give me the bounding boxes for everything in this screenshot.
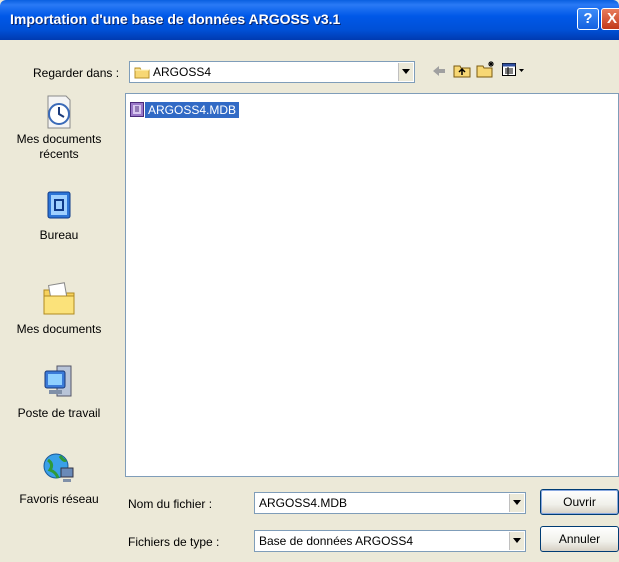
folder-icon [134, 65, 150, 82]
place-label: Bureau [39, 228, 79, 242]
recent-documents-icon [0, 92, 118, 132]
place-recent-documents[interactable]: Mes documents récents [0, 92, 118, 162]
mdb-file-icon [130, 102, 144, 120]
window-title: Importation d'une base de données ARGOSS… [10, 11, 341, 27]
place-label: Mes documents [16, 322, 102, 336]
close-button[interactable]: X [601, 8, 619, 30]
lookin-label: Regarder dans : [33, 66, 120, 80]
chevron-down-icon[interactable] [398, 63, 413, 81]
file-list[interactable]: ARGOSS4.MDB [125, 93, 619, 477]
place-desktop[interactable]: Bureau [0, 188, 118, 243]
title-bar[interactable]: Importation d'une base de données ARGOSS… [0, 0, 619, 40]
help-button[interactable]: ? [577, 8, 599, 30]
filename-combo[interactable]: ARGOSS4.MDB [254, 492, 526, 514]
filename-input[interactable]: ARGOSS4.MDB [259, 496, 347, 510]
lookin-value: ARGOSS4 [153, 65, 212, 79]
place-my-documents[interactable]: Mes documents [0, 278, 118, 337]
place-label: Mes documents récents [16, 132, 102, 161]
network-places-icon [0, 448, 118, 492]
up-folder-icon[interactable] [453, 62, 471, 81]
chevron-down-icon[interactable] [509, 494, 524, 512]
my-documents-icon [0, 278, 118, 322]
places-bar: Mes documents récents Bureau Mes documen… [0, 88, 118, 528]
view-menu-icon[interactable] [502, 63, 526, 80]
back-arrow-icon[interactable] [431, 64, 447, 81]
filename-label: Nom du fichier : [128, 497, 213, 511]
open-file-dialog: Importation d'une base de données ARGOSS… [0, 0, 619, 562]
filetype-label: Fichiers de type : [128, 535, 220, 549]
place-label: Favoris réseau [19, 492, 99, 506]
lookin-combo[interactable]: ARGOSS4 [129, 61, 415, 83]
place-my-computer[interactable]: Poste de travail [0, 362, 118, 421]
open-button[interactable]: Ouvrir [540, 489, 619, 515]
place-network[interactable]: Favoris réseau [0, 448, 118, 507]
place-label: Poste de travail [17, 406, 101, 420]
desktop-icon [0, 188, 118, 228]
cancel-button[interactable]: Annuler [540, 526, 619, 552]
new-folder-icon[interactable] [476, 60, 496, 81]
filetype-value: Base de données ARGOSS4 [259, 534, 414, 548]
my-computer-icon [0, 362, 118, 406]
chevron-down-icon[interactable] [509, 532, 524, 550]
filetype-select[interactable]: Base de données ARGOSS4 [254, 530, 526, 552]
file-name: ARGOSS4.MDB [145, 102, 240, 118]
